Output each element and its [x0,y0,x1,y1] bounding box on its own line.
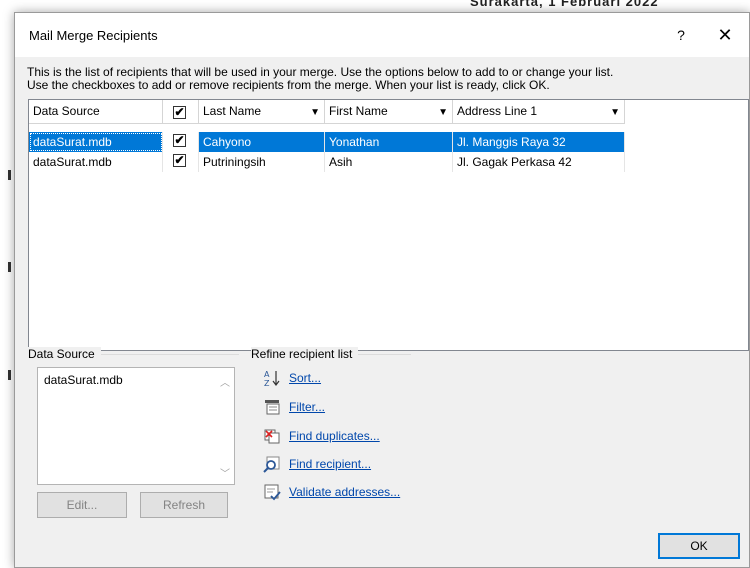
data-source-group-label: Data Source [28,347,101,361]
dropdown-arrow-icon[interactable]: ▼ [310,107,320,118]
dialog-title: Mail Merge Recipients [29,28,158,43]
scroll-up-icon[interactable]: ︿ [220,374,230,389]
column-header-label: First Name [329,104,388,118]
close-button[interactable]: ✕ [712,23,738,47]
filter-icon [265,400,280,415]
sort-az-icon: A Z [264,370,280,387]
select-all-checkbox[interactable]: ✔ [173,106,186,119]
dropdown-arrow-icon[interactable]: ▼ [438,107,448,118]
title-bar: Mail Merge Recipients ? ✕ [15,13,749,57]
row-checkbox[interactable]: ✔ [173,154,186,167]
cell-last-name[interactable]: Putriningsih [199,152,325,172]
find-duplicates-link[interactable]: Find duplicates... [289,429,380,443]
svg-text:A: A [264,370,270,379]
table-header: Data Source ✔ Last Name ▼ First Name ▼ A… [29,100,748,124]
refine-group-label: Refine recipient list [251,347,359,361]
table-row[interactable]: dataSurat.mdb ✔ Putriningsih Asih Jl. Ga… [29,152,625,172]
validate-addresses-icon [264,484,281,501]
find-recipient-link[interactable]: Find recipient... [289,457,371,471]
dropdown-arrow-icon[interactable]: ▼ [610,107,620,118]
background-document-text: Surakarta, 1 Februari 2022 [470,0,659,9]
column-header-address-line-1[interactable]: Address Line 1 ▼ [453,100,625,124]
cell-first-name[interactable]: Yonathan [325,132,453,152]
column-header-last-name[interactable]: Last Name ▼ [199,100,325,124]
column-header-label: Data Source [33,104,100,118]
data-source-list-item[interactable]: dataSurat.mdb [44,373,123,387]
instructions-text: This is the list of recipients that will… [27,66,747,92]
column-header-first-name[interactable]: First Name ▼ [325,100,453,124]
edit-button[interactable]: Edit... [37,492,127,518]
row-checkbox[interactable]: ✔ [173,134,186,147]
instructions-line-2: Use the checkboxes to add or remove reci… [27,78,550,92]
scroll-down-icon[interactable]: ﹀ [220,465,230,480]
recipients-table[interactable]: Data Source ✔ Last Name ▼ First Name ▼ A… [28,99,749,351]
cell-first-name[interactable]: Asih [325,152,453,172]
ruler-mark [8,262,11,272]
help-button[interactable]: ? [669,23,693,47]
cell-data-source[interactable]: dataSurat.mdb [29,132,163,152]
validate-addresses-link[interactable]: Validate addresses... [289,485,400,499]
svg-text:Z: Z [264,379,270,387]
cell-checkbox[interactable]: ✔ [163,152,199,172]
column-header-select-all[interactable]: ✔ [163,100,199,124]
cell-data-source[interactable]: dataSurat.mdb [29,152,163,172]
cell-last-name[interactable]: Cahyono [199,132,325,152]
column-header-label: Last Name [203,104,262,118]
table-row[interactable]: dataSurat.mdb ✔ Cahyono Yonathan Jl. Man… [29,132,625,152]
cell-address[interactable]: Jl. Manggis Raya 32 [453,132,625,152]
column-header-label: Address Line 1 [457,104,538,118]
ok-button[interactable]: OK [658,533,740,559]
find-recipient-icon [263,456,280,473]
find-duplicates-icon [264,429,280,444]
ruler-mark [8,370,11,380]
cell-checkbox[interactable]: ✔ [163,132,199,152]
sort-link[interactable]: Sort... [289,371,321,385]
filter-link[interactable]: Filter... [289,400,325,414]
ruler-mark [8,170,11,180]
data-source-list[interactable]: dataSurat.mdb ︿ ﹀ [37,367,235,485]
column-header-data-source[interactable]: Data Source [29,100,163,124]
cell-address[interactable]: Jl. Gagak Perkasa 42 [453,152,625,172]
refresh-button[interactable]: Refresh [140,492,228,518]
mail-merge-recipients-dialog: Mail Merge Recipients ? ✕ This is the li… [14,12,750,568]
